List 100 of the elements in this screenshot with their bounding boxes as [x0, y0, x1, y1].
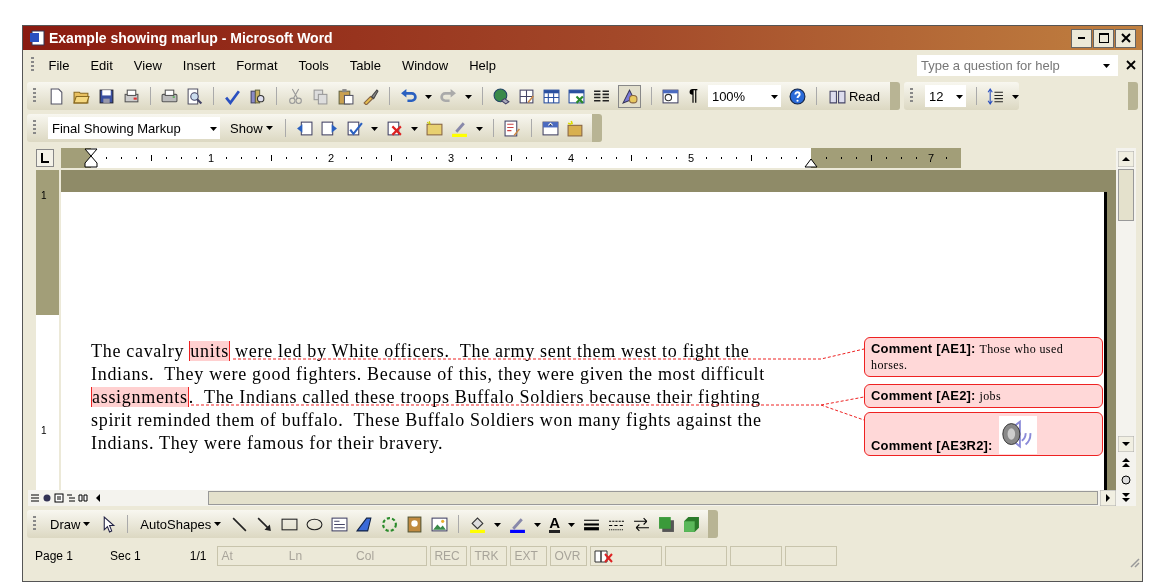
- menu-item[interactable]: Format: [225, 57, 288, 73]
- resize-grip-icon[interactable]: [1128, 556, 1140, 568]
- menu-item[interactable]: File: [38, 57, 80, 73]
- autoshapes-menu-button[interactable]: AutoShapes: [138, 516, 224, 532]
- menu-item[interactable]: View: [123, 57, 173, 73]
- folder-star-icon[interactable]: [566, 119, 584, 137]
- ruler-number: 1: [41, 190, 47, 201]
- menu-item[interactable]: Help: [458, 57, 507, 73]
- document-paragraph: The cavalry units were led by White officers. The army sent them west to fight the Indians. They were good fighters. Because of this, they were given the most difficult assignments. The Indians called these troops Buffalo Soldiers because their fighting spirit reminded them of buffalo. These Buffalo Soldiers won many fights against the Indians. They were famous for their bravery.: [91, 340, 766, 455]
- arrow-icon[interactable]: [256, 515, 274, 533]
- vertical-scrollbar[interactable]: [1116, 148, 1136, 506]
- clip-art-icon[interactable]: [406, 515, 424, 533]
- ruler-number: 3: [447, 152, 455, 164]
- scroll-right-button[interactable]: [1100, 490, 1116, 506]
- accept-change-icon[interactable]: [345, 119, 363, 137]
- reviewing-pane-icon[interactable]: [541, 119, 559, 137]
- print-layout-icon[interactable]: [54, 493, 64, 503]
- picture-icon[interactable]: [431, 515, 449, 533]
- read-button[interactable]: Read: [826, 87, 882, 105]
- font-size-dropdown[interactable]: 12: [925, 85, 966, 107]
- columns-icon[interactable]: [593, 87, 610, 105]
- font-color-button[interactable]: A: [549, 515, 561, 533]
- speaker-icon[interactable]: [998, 416, 1037, 454]
- ruler-number: 5: [687, 152, 695, 164]
- right-indent-marker[interactable]: [804, 158, 818, 168]
- line-icon[interactable]: [231, 515, 249, 533]
- print-preview-icon[interactable]: [186, 87, 203, 105]
- menu-item[interactable]: Tools: [288, 57, 340, 73]
- save-icon[interactable]: [98, 87, 115, 105]
- ruler-number: 1: [207, 152, 215, 164]
- web-view-icon[interactable]: [42, 493, 52, 503]
- fill-color-icon[interactable]: [469, 515, 487, 533]
- next-change-icon[interactable]: [320, 119, 338, 137]
- close-icon[interactable]: [1126, 60, 1136, 70]
- status-panel: [665, 546, 728, 566]
- hyperlink-icon[interactable]: [493, 87, 510, 105]
- research-icon[interactable]: [249, 87, 266, 105]
- paste-icon[interactable]: [337, 87, 354, 105]
- undo-icon[interactable]: [400, 87, 417, 105]
- scroll-thumb[interactable]: [208, 491, 1098, 505]
- format-painter-icon[interactable]: [362, 87, 379, 105]
- document-map-icon[interactable]: [662, 87, 679, 105]
- menu-item[interactable]: Table: [339, 57, 392, 73]
- new-comment-icon[interactable]: [425, 119, 443, 137]
- close-icon: [1119, 32, 1132, 44]
- menu-item[interactable]: Window: [391, 57, 459, 73]
- display-mode-dropdown[interactable]: Final Showing Markup: [48, 117, 220, 139]
- track-changes-icon[interactable]: [503, 119, 521, 137]
- menu-item[interactable]: Insert: [172, 57, 226, 73]
- wordart-icon[interactable]: [356, 515, 374, 533]
- shadow-icon[interactable]: [658, 515, 676, 533]
- grip-handle[interactable]: [33, 88, 36, 104]
- comment-balloon[interactable]: Comment [AE3R2]:: [864, 412, 1103, 456]
- tab-selector-icon[interactable]: [36, 149, 54, 167]
- help-icon[interactable]: [788, 87, 806, 105]
- grip-handle[interactable]: [31, 57, 34, 73]
- grip-handle[interactable]: [33, 516, 36, 532]
- reading-view-icon[interactable]: [78, 493, 88, 503]
- close-button[interactable]: [1115, 28, 1136, 48]
- line-color-icon[interactable]: [509, 515, 527, 533]
- table-pencil-icon[interactable]: [518, 87, 535, 105]
- scroll-up-button[interactable]: [1118, 151, 1134, 167]
- fax-icon[interactable]: [123, 87, 140, 105]
- window-title: Example showing marlup - Microsoft Word: [49, 30, 333, 46]
- show-hide-button[interactable]: ¶: [687, 87, 700, 105]
- new-document-icon[interactable]: [48, 87, 65, 105]
- ruler-number: 4: [567, 152, 575, 164]
- scroll-thumb[interactable]: [1118, 169, 1134, 221]
- indent-marker[interactable]: [84, 148, 98, 168]
- print-icon[interactable]: [161, 87, 178, 105]
- previous-change-icon[interactable]: [295, 119, 313, 137]
- draw-menu-button[interactable]: Draw: [48, 516, 93, 532]
- zoom-dropdown[interactable]: 100%: [707, 85, 781, 107]
- table-icon[interactable]: [543, 87, 560, 105]
- spelling-status-icon[interactable]: [594, 548, 615, 564]
- highlight-icon[interactable]: [450, 119, 468, 137]
- drawing-toggle-button[interactable]: [618, 84, 641, 108]
- diagram-icon[interactable]: [381, 515, 399, 533]
- reject-change-icon[interactable]: [385, 119, 403, 137]
- maximize-button[interactable]: [1093, 28, 1114, 48]
- grip-handle[interactable]: [910, 88, 913, 104]
- normal-view-icon[interactable]: [30, 493, 40, 503]
- ruler-number: 1: [41, 425, 47, 436]
- cube-icon[interactable]: [683, 515, 701, 533]
- outline-view-icon[interactable]: [66, 493, 76, 503]
- spreadsheet-icon[interactable]: [568, 87, 585, 105]
- arrow-style-icon[interactable]: [633, 515, 651, 533]
- status-pages: 1/1: [188, 549, 208, 563]
- menu-item[interactable]: Edit: [79, 57, 124, 73]
- grip-handle[interactable]: [33, 120, 36, 136]
- show-menu-button[interactable]: Show: [228, 120, 275, 136]
- line-spacing-icon[interactable]: [987, 87, 1004, 105]
- minimize-button[interactable]: [1071, 28, 1092, 48]
- scroll-down-button[interactable]: [1118, 436, 1134, 452]
- comment-balloon[interactable]: Comment [AE2]: jobs: [864, 384, 1103, 408]
- ruler-number: 7: [927, 152, 935, 164]
- browse-object-button[interactable]: [1118, 472, 1134, 488]
- help-question-field[interactable]: Type a question for help: [917, 54, 1118, 76]
- text-box-icon[interactable]: [331, 515, 349, 533]
- comment-balloon[interactable]: Comment [AE1]: Those who used horses.: [864, 337, 1103, 377]
